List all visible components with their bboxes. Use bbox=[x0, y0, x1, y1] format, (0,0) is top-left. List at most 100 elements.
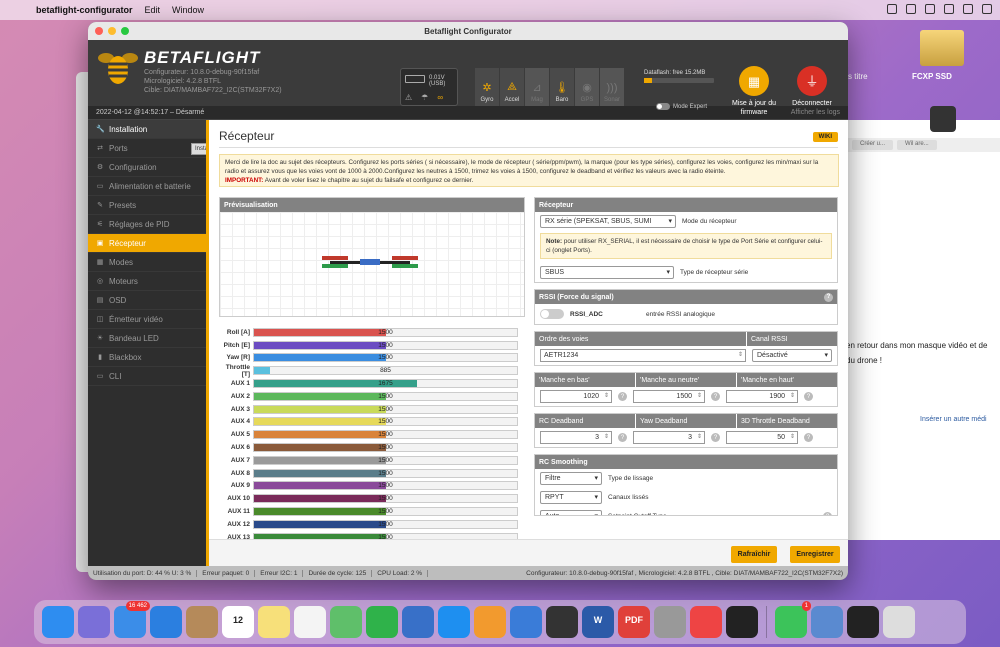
help-icon[interactable]: ? bbox=[804, 392, 813, 401]
background-link[interactable]: Insérer un autre médi bbox=[920, 416, 987, 423]
help-icon[interactable]: ? bbox=[824, 292, 833, 302]
sidebar-item-émetteur-vidéo[interactable]: ◫ Émetteur vidéo bbox=[88, 310, 206, 329]
keynote-icon[interactable] bbox=[510, 606, 542, 638]
yaw-deadband-input[interactable]: 3 bbox=[633, 431, 705, 444]
appstore-icon[interactable] bbox=[438, 606, 470, 638]
maps-icon[interactable] bbox=[330, 606, 362, 638]
stick-high-input[interactable]: 1900 bbox=[726, 390, 798, 403]
sidebar-item-label: Blackbox bbox=[109, 352, 142, 362]
pro-icon[interactable] bbox=[654, 606, 686, 638]
receiver-mode-select[interactable]: RX série (SPEKSAT, SBUS, SUMI bbox=[540, 215, 676, 228]
wiki-button[interactable]: WIKI bbox=[812, 132, 838, 142]
word-icon[interactable]: W bbox=[582, 606, 614, 638]
sidebar-item-configuration[interactable]: ⚙ Configuration bbox=[88, 158, 206, 177]
channel-label: AUX 2 bbox=[230, 392, 250, 400]
sidebar-item-installation[interactable]: 🔧 Installation bbox=[88, 120, 206, 139]
show-logs-link[interactable]: Afficher les logs bbox=[791, 109, 840, 116]
reminders-icon[interactable] bbox=[294, 606, 326, 638]
stick-low-input[interactable]: 1020 bbox=[540, 390, 612, 403]
expert-mode[interactable]: Mode Expert bbox=[656, 103, 707, 110]
sidebar-item-récepteur[interactable]: ▣ Récepteur bbox=[88, 234, 206, 253]
page-title: Récepteur bbox=[219, 129, 275, 143]
help-icon[interactable]: ? bbox=[823, 512, 832, 515]
rc-deadband-input[interactable]: 3 bbox=[540, 431, 612, 444]
pages-icon[interactable] bbox=[474, 606, 506, 638]
facetime-icon[interactable]: 1 bbox=[775, 601, 811, 638]
finalcut-icon[interactable] bbox=[546, 606, 578, 638]
sidebar-item-alimentation-et-batterie[interactable]: ▭ Alimentation et batterie bbox=[88, 177, 206, 196]
help-icon[interactable]: ? bbox=[711, 392, 720, 401]
sidebar-item-label: Alimentation et batterie bbox=[109, 181, 191, 191]
launchpad-icon[interactable] bbox=[78, 606, 110, 638]
mail-icon[interactable]: 16 462 bbox=[114, 601, 150, 638]
sidebar-item-modes[interactable]: ▦ Modes bbox=[88, 253, 206, 272]
sensor-indicators: ✲ Gyro ⟁ Accel ⊿ Mag 🌡 Baro ◉ GPS))) Sonar bbox=[475, 68, 624, 106]
smoothing-select[interactable]: Auto bbox=[540, 510, 602, 515]
channel-label: Throttle [T] bbox=[225, 363, 250, 378]
help-icon[interactable]: ? bbox=[804, 433, 813, 442]
sidebar-item-ports[interactable]: ⇄ Ports bbox=[88, 139, 206, 158]
channel-label: AUX 4 bbox=[230, 418, 250, 426]
sidebar-item-cli[interactable]: ▭ CLI bbox=[88, 367, 206, 386]
preview-canvas bbox=[220, 212, 524, 316]
menu-app-name[interactable]: betaflight-configurator bbox=[36, 5, 133, 15]
smoothing-label: Canaux lissés bbox=[608, 494, 649, 501]
sidebar-item-bandeau-led[interactable]: ☀ Bandeau LED bbox=[88, 329, 206, 348]
wifi-icon[interactable] bbox=[944, 4, 954, 14]
expert-mode-toggle[interactable] bbox=[656, 103, 670, 110]
finder-icon[interactable] bbox=[42, 606, 74, 638]
control-center-icon[interactable] bbox=[982, 4, 992, 14]
dock-icon-text: W bbox=[593, 615, 603, 625]
sidebar-item-moteurs[interactable]: ◎ Moteurs bbox=[88, 272, 206, 291]
background-tab[interactable]: Wil are... bbox=[897, 140, 937, 150]
led-icon: ☀ bbox=[96, 335, 104, 342]
trash-icon[interactable] bbox=[883, 606, 915, 638]
menu-edit[interactable]: Edit bbox=[145, 5, 161, 15]
drive-icon[interactable] bbox=[920, 30, 964, 66]
status-icon-3[interactable] bbox=[925, 4, 935, 14]
help-icon[interactable]: ? bbox=[618, 392, 627, 401]
bee-logo-icon bbox=[98, 53, 138, 84]
refresh-button[interactable]: Rafraîchir bbox=[731, 546, 777, 563]
notes-icon[interactable] bbox=[258, 606, 290, 638]
calendar-icon[interactable]: 12 bbox=[222, 606, 254, 638]
numbers-icon[interactable] bbox=[366, 606, 398, 638]
stick-center-input[interactable]: 1500 bbox=[633, 390, 705, 403]
pdf-icon[interactable]: PDF bbox=[618, 606, 650, 638]
smoothing-select[interactable]: RPYT bbox=[540, 491, 602, 504]
status-icon-2[interactable] bbox=[906, 4, 916, 14]
earth-icon[interactable] bbox=[402, 606, 434, 638]
safari-icon[interactable] bbox=[150, 606, 182, 638]
throttle-deadband-input[interactable]: 50 bbox=[726, 431, 798, 444]
sidebar-item-blackbox[interactable]: ▮ Blackbox bbox=[88, 348, 206, 367]
sidebar-item-osd[interactable]: ▤ OSD bbox=[88, 291, 206, 310]
channel-map-input[interactable]: AETR1234 bbox=[540, 349, 746, 362]
background-tab[interactable]: Créer u... bbox=[852, 140, 894, 150]
status-icon-1[interactable] bbox=[887, 4, 897, 14]
rssi-channel-select[interactable]: Désactivé bbox=[752, 349, 832, 362]
save-button[interactable]: Enregistrer bbox=[790, 546, 840, 563]
sidebar-item-réglages-de-pid[interactable]: ⚟ Réglages de PID bbox=[88, 215, 206, 234]
smoothing-select[interactable]: Filtre bbox=[540, 472, 602, 485]
search-icon[interactable] bbox=[963, 4, 973, 14]
close-icon[interactable] bbox=[95, 27, 103, 35]
desktop-app-icon[interactable] bbox=[930, 106, 956, 132]
contacts-icon[interactable] bbox=[186, 606, 218, 638]
firmware-update-button[interactable]: ▦ Mise à jour du firmware bbox=[726, 66, 782, 117]
speed-icon[interactable] bbox=[690, 606, 722, 638]
menu-window[interactable]: Window bbox=[172, 5, 204, 15]
preview-icon[interactable] bbox=[811, 606, 843, 638]
help-icon[interactable]: ? bbox=[711, 433, 720, 442]
rssi-adc-toggle[interactable] bbox=[540, 309, 564, 319]
sidebar-item-presets[interactable]: ✎ Presets bbox=[88, 196, 206, 215]
minimize-icon[interactable] bbox=[108, 27, 116, 35]
app-window: Betaflight Configurator BETAFLIGHT Confi… bbox=[88, 22, 848, 580]
help-icon[interactable]: ? bbox=[618, 433, 627, 442]
channel-label: AUX 1 bbox=[230, 380, 250, 388]
sidebar-item-label: CLI bbox=[109, 371, 122, 381]
disconnect-button[interactable]: ⏚ Déconnecter bbox=[784, 66, 840, 108]
terminal-icon[interactable] bbox=[726, 606, 758, 638]
betaflight-icon[interactable] bbox=[847, 606, 879, 638]
zoom-icon[interactable] bbox=[121, 27, 129, 35]
serial-receiver-select[interactable]: SBUS bbox=[540, 266, 674, 279]
